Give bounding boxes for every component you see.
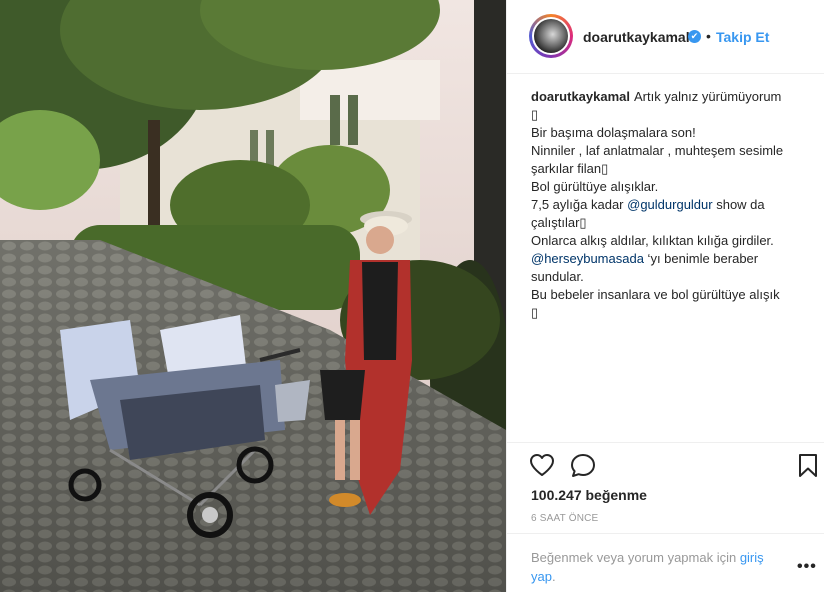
post-caption: doarutkaykamal Artık yalnız yürümüyorum ▯… — [531, 88, 805, 322]
more-options-button[interactable]: ••• — [797, 558, 817, 576]
bookmark-icon — [799, 454, 817, 477]
comment-button[interactable] — [570, 453, 596, 483]
login-prompt: Beğenmek veya yorum yapmak için giriş ya… — [531, 548, 781, 586]
caption-author[interactable]: doarutkaykamal — [531, 89, 630, 104]
post-header: doarutkaykamal ✔ • Takip Et — [507, 0, 824, 74]
caption-emoji-placeholder: ▯ — [531, 305, 539, 320]
post-timestamp[interactable]: 6 SAAT ÖNCE — [531, 513, 598, 524]
caption-line-1: doarutkaykamal Artık yalnız yürümüyorum — [531, 88, 805, 106]
mention-link[interactable]: @guldurguldur — [627, 197, 712, 212]
like-button[interactable] — [529, 453, 555, 482]
caption-line: Bir başıma dolaşmalara son! — [531, 125, 696, 140]
caption-line: sundular. — [531, 269, 584, 284]
avatar-frame — [532, 17, 570, 55]
save-button[interactable] — [798, 453, 818, 483]
username-link[interactable]: doarutkaykamal — [583, 29, 690, 45]
caption-line: şarkılar filan▯ — [531, 161, 609, 176]
caption-line: Bu bebeler insanlara ve bol gürültüye al… — [531, 287, 780, 302]
photo-illustration — [0, 0, 506, 592]
verified-badge-icon: ✔ — [688, 30, 701, 43]
caption-emoji-placeholder: ▯ — [531, 107, 539, 122]
post-photo[interactable] — [0, 0, 506, 592]
caption-line: Onlarca alkış aldılar, kılıktan kılığa g… — [531, 233, 774, 248]
caption-line: @herseybumasada ‘yı benimle beraber — [531, 250, 805, 268]
avatar-image — [534, 19, 568, 53]
separator-dot: • — [706, 28, 711, 44]
caption-line: 7,5 aylığa kadar @guldurguldur show da — [531, 196, 805, 214]
caption-line: çalıştılar▯ — [531, 215, 587, 230]
caption-text: show da — [712, 197, 765, 212]
caption-text: 7,5 aylığa kadar — [531, 197, 628, 212]
avatar[interactable] — [529, 14, 573, 58]
login-prompt-text: Beğenmek veya yorum yapmak için — [531, 550, 740, 565]
caption-line: Bol gürültüye alışıklar. — [531, 179, 659, 194]
divider — [507, 442, 824, 443]
follow-button[interactable]: Takip Et — [716, 29, 769, 45]
caption-line: Ninniler , laf anlatmalar , muhteşem ses… — [531, 143, 784, 158]
caption-text: ‘yı benimle beraber — [643, 251, 759, 266]
comment-icon — [571, 454, 595, 477]
like-count[interactable]: 100.247 beğenme — [531, 487, 647, 503]
post-panel: doarutkaykamal ✔ • Takip Et doarutkaykam… — [506, 0, 824, 592]
login-prompt-suffix: . — [551, 569, 556, 584]
divider — [507, 533, 824, 534]
heart-icon — [530, 454, 554, 476]
caption-text: Artık yalnız yürümüyorum — [634, 89, 782, 104]
mention-link[interactable]: @herseybumasada — [531, 251, 644, 266]
